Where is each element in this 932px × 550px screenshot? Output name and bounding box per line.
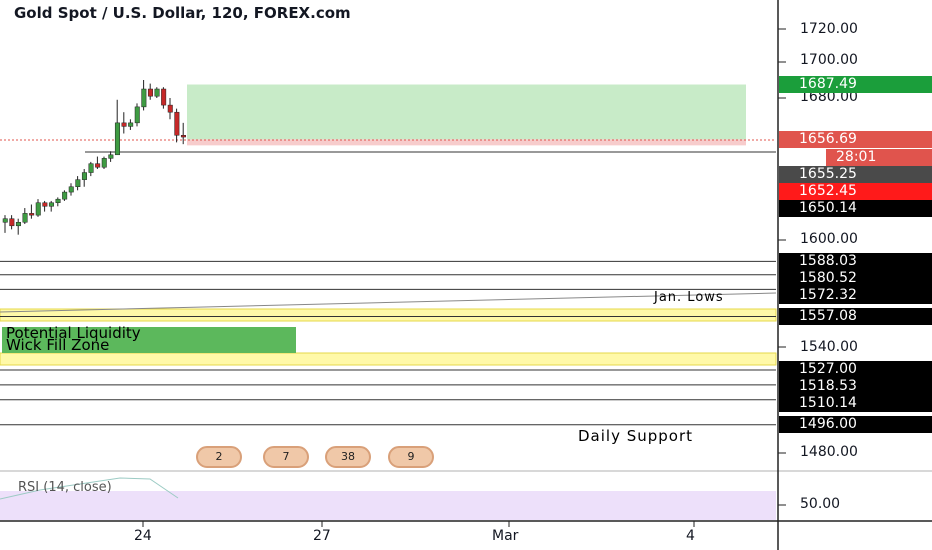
time-tick: 4 <box>686 528 695 544</box>
event-count: 9 <box>407 450 415 463</box>
price-tick: 1700.00 <box>800 52 858 68</box>
candle-body <box>174 111 180 136</box>
event-count: 38 <box>341 450 355 463</box>
candle-body <box>128 122 134 127</box>
event-count: 2 <box>215 450 223 463</box>
level-label: 1557.08 <box>779 308 932 325</box>
price-tick: 1540.00 <box>800 339 858 355</box>
event-count: 7 <box>282 450 290 463</box>
level-label: 1572.32 <box>779 287 932 304</box>
candle-body <box>101 158 107 168</box>
zone-label-line: Wick Fill Zone <box>6 336 110 354</box>
candle-body <box>180 135 186 138</box>
candle-body <box>121 122 127 127</box>
price-tick: 1720.00 <box>800 21 858 37</box>
rsi-tick: 50.00 <box>800 496 841 512</box>
candle-body <box>75 179 81 187</box>
event-badge[interactable]: 7 <box>263 446 309 468</box>
candle-body <box>134 106 140 124</box>
level-label: 1496.00 <box>779 416 932 433</box>
price-tick: 1600.00 <box>800 231 858 247</box>
event-badge[interactable]: 2 <box>196 446 242 468</box>
price-label: 1652.45 <box>779 183 932 200</box>
candle-body <box>2 218 8 223</box>
daily-support-label[interactable]: Daily Support <box>578 427 693 445</box>
current-price-label: 1656.69 <box>779 131 932 148</box>
chart-title: Gold Spot / U.S. Dollar, 120, FOREX.com <box>14 4 351 22</box>
candle-body <box>62 191 68 200</box>
candle-body <box>29 213 35 216</box>
time-tick: Mar <box>492 528 519 544</box>
candle-body <box>114 122 120 156</box>
rsi-indicator-label[interactable]: RSI (14, close) <box>18 480 112 495</box>
level-label: 1588.03 <box>779 253 932 270</box>
candle-body <box>141 88 147 108</box>
level-label: 1510.14 <box>779 395 932 412</box>
price-label: 1655.25 <box>779 166 932 183</box>
candle-body <box>9 218 15 227</box>
candle-body <box>22 213 28 223</box>
event-badge[interactable]: 38 <box>325 446 371 468</box>
candle-body <box>108 154 114 159</box>
price-tick: 1480.00 <box>800 444 858 460</box>
time-tick: 27 <box>313 528 331 544</box>
yellow-zone <box>0 352 777 366</box>
jan-lows-label[interactable]: Jan. Lows <box>654 290 724 305</box>
candle-body <box>55 198 61 203</box>
candle-body <box>81 172 87 180</box>
candle-body <box>42 202 48 207</box>
level-label: 1527.00 <box>779 361 932 378</box>
candle-body <box>161 88 167 106</box>
stop-zone <box>187 139 746 146</box>
level-label: 1518.53 <box>779 378 932 395</box>
candle-body <box>95 163 101 168</box>
rsi-band <box>0 491 776 520</box>
price-label: 1650.14 <box>779 200 932 217</box>
candle-body <box>147 88 153 97</box>
target-zone <box>187 84 746 140</box>
candle-body <box>68 186 74 193</box>
candle-body <box>88 163 94 173</box>
candle-body <box>35 202 41 216</box>
candle-body <box>167 104 173 113</box>
target-price-label: 1687.49 <box>779 76 932 93</box>
candle-body <box>15 222 21 227</box>
liquidity-zone-label[interactable]: Potential Liquidity Wick Fill Zone <box>2 326 296 354</box>
event-badge[interactable]: 9 <box>388 446 434 468</box>
candle-body <box>48 202 54 207</box>
bar-countdown-label: 28:01 <box>826 149 932 166</box>
time-tick: 24 <box>134 528 152 544</box>
candle-body <box>154 88 160 97</box>
level-label: 1580.52 <box>779 270 932 287</box>
yellow-zone <box>0 308 777 322</box>
